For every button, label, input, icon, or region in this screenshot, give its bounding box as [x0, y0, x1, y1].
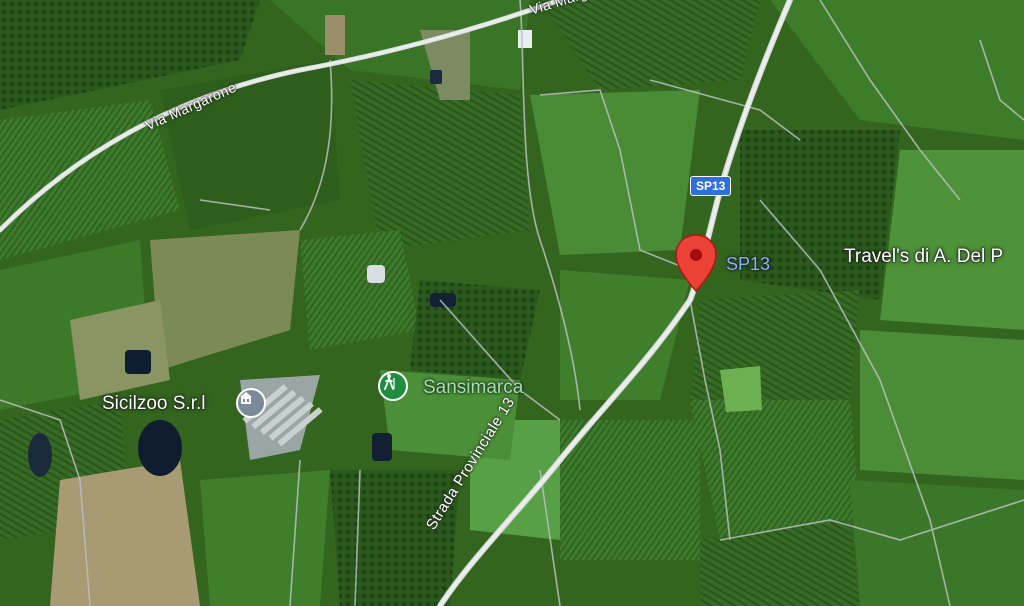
- poi-marker-sansimarca[interactable]: [378, 371, 408, 401]
- poi-label-sansimarca[interactable]: Sansimarca: [423, 377, 523, 399]
- location-pin-icon[interactable]: [673, 233, 719, 295]
- poi-marker-sicilzoo[interactable]: [236, 388, 266, 418]
- hiking-icon: [384, 374, 395, 390]
- satellite-imagery: [0, 0, 1024, 606]
- place-label-travels[interactable]: Travel's di A. Del P: [844, 246, 1003, 268]
- satellite-map[interactable]: Via Marg Via Margarone Strada Provincial…: [0, 0, 1024, 606]
- road-shield-sp13: SP13: [690, 176, 732, 196]
- building-icon: [240, 392, 252, 404]
- road-label-sp13: SP13: [726, 254, 771, 274]
- poi-label-sicilzoo[interactable]: Sicilzoo S.r.l: [102, 393, 205, 415]
